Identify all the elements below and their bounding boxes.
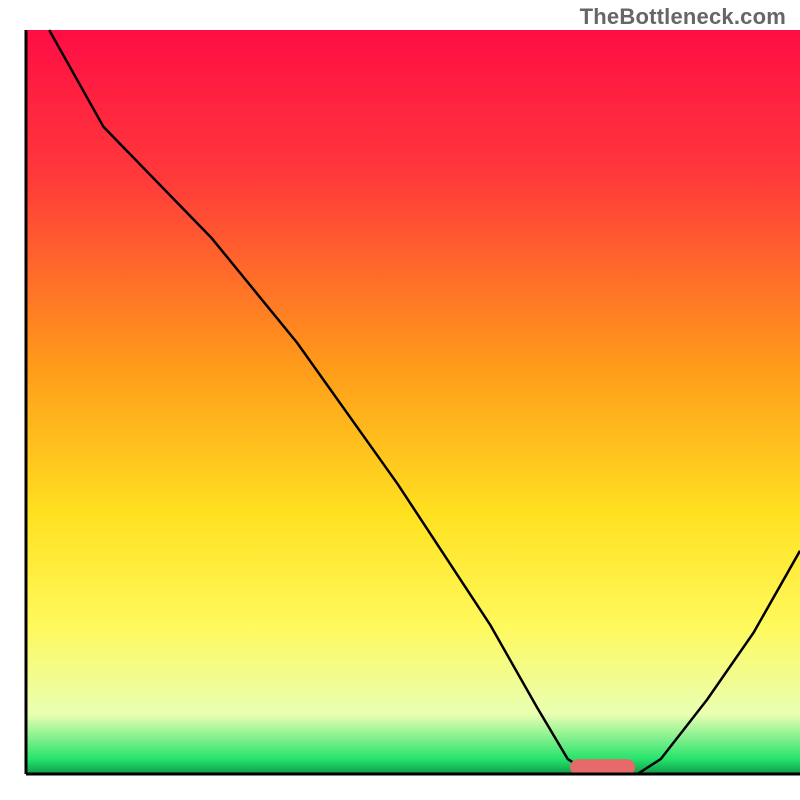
chart-container: TheBottleneck.com bbox=[0, 0, 800, 800]
watermark-text: TheBottleneck.com bbox=[580, 4, 786, 30]
gradient-background bbox=[26, 30, 800, 774]
bottleneck-chart bbox=[0, 0, 800, 800]
